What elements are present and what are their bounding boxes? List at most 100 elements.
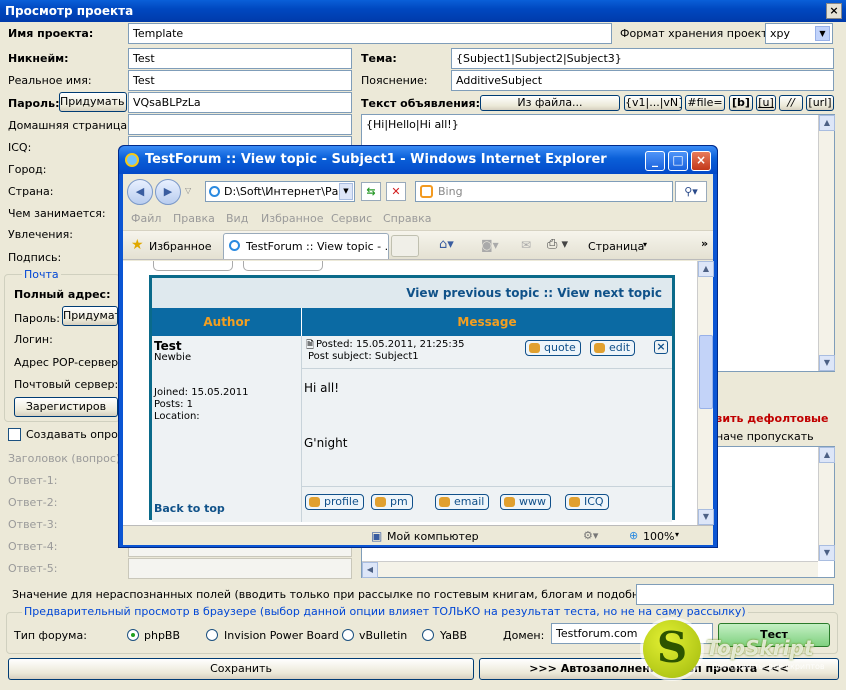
homepage-label: Домашняя страница:: [8, 119, 131, 132]
menu-view[interactable]: Вид: [226, 212, 248, 225]
print-icon[interactable]: ⎙ ▾: [547, 237, 568, 252]
refresh-icon[interactable]: ⇆: [361, 182, 381, 201]
clipped-button: [153, 261, 233, 271]
realname-input[interactable]: Test: [128, 70, 352, 91]
menu-edit[interactable]: Правка: [173, 212, 215, 225]
poll-scrollbar[interactable]: ▲ ▼: [818, 447, 835, 561]
scroll-up-icon[interactable]: ▲: [819, 447, 835, 463]
create-poll-label: Создавать опрос (: [26, 428, 132, 441]
email-button[interactable]: email: [435, 494, 490, 510]
more-tools-icon[interactable]: »: [701, 237, 708, 250]
scroll-down-icon[interactable]: ▼: [819, 545, 835, 561]
stop-icon[interactable]: ✕: [386, 182, 406, 201]
zoom-icon[interactable]: ⊕: [629, 529, 638, 542]
menu-file[interactable]: Файл: [131, 212, 161, 225]
close-button[interactable]: ×: [826, 3, 842, 19]
post-body-line-1: Hi all!: [304, 381, 340, 395]
ie-scrollbar[interactable]: ▲ ▼: [697, 261, 714, 525]
feeds-icon[interactable]: ◙▾: [481, 238, 499, 252]
topskript-logo-letter: S: [656, 623, 688, 672]
scroll-up-icon[interactable]: ▲: [819, 115, 835, 131]
scroll-up-icon[interactable]: ▲: [698, 261, 714, 277]
history-dropdown-icon[interactable]: ▽: [185, 186, 191, 195]
page-icon: [209, 186, 220, 197]
storage-format-select[interactable]: xpy ▼: [765, 23, 833, 44]
zoom-chevron-icon[interactable]: ▾: [675, 530, 679, 539]
menu-help[interactable]: Справка: [383, 212, 431, 225]
chevron-down-icon[interactable]: ▼: [339, 183, 353, 200]
register-button[interactable]: Зарегистиров: [14, 397, 118, 417]
defaults-button-label[interactable]: зить дефолтовые: [716, 412, 828, 425]
forum-type-vbulletin-radio[interactable]: [342, 629, 354, 641]
ad-url-button[interactable]: [url]: [806, 95, 834, 111]
page-menu[interactable]: Страница: [588, 240, 644, 253]
back-icon[interactable]: ◀: [127, 179, 153, 205]
menu-tools[interactable]: Сервис: [331, 212, 372, 225]
address-bar[interactable]: D:\Soft\Интернет\Ра ▼: [205, 181, 355, 202]
forward-icon[interactable]: ▶: [155, 179, 181, 205]
create-poll-checkbox[interactable]: [8, 428, 21, 441]
mail-icon[interactable]: ✉: [521, 238, 531, 252]
theme-input[interactable]: {Subject1|Subject2|Subject3}: [451, 48, 834, 69]
mail-invent-button[interactable]: Придумат: [62, 306, 118, 326]
scroll-left-icon[interactable]: ◀: [362, 562, 378, 578]
ad-file-button[interactable]: #file=: [685, 95, 725, 111]
search-icon[interactable]: ⚲▾: [675, 181, 707, 202]
scroll-down-icon[interactable]: ▼: [698, 509, 714, 525]
from-file-button[interactable]: Из файла...: [480, 95, 620, 111]
answer-2-label: Ответ-2:: [8, 496, 58, 509]
profile-button[interactable]: profile: [305, 494, 364, 510]
icq-button[interactable]: ICQ: [565, 494, 609, 510]
unrecognized-input[interactable]: [636, 584, 834, 605]
chevron-down-icon[interactable]: ▼: [815, 26, 830, 41]
maximize-icon[interactable]: □: [668, 151, 688, 171]
zoom-level[interactable]: 100%: [643, 530, 674, 543]
homepage-input[interactable]: [128, 114, 352, 135]
minimize-icon[interactable]: _: [645, 151, 665, 171]
www-button[interactable]: www: [500, 494, 551, 510]
ad-text-scrollbar[interactable]: ▲ ▼: [818, 115, 835, 371]
answer-5-input[interactable]: [128, 558, 352, 579]
bing-icon: [420, 185, 433, 198]
topic-navigation[interactable]: View previous topic :: View next topic: [152, 278, 672, 308]
ad-underline-button[interactable]: [u]: [756, 95, 776, 111]
password-input[interactable]: VQsaBLPzLa: [128, 92, 352, 113]
ad-bold-button[interactable]: [b]: [729, 95, 753, 111]
scroll-thumb[interactable]: [699, 335, 713, 409]
else-skip-label: наче пропускать: [716, 430, 814, 443]
nickname-input[interactable]: Test: [128, 48, 352, 69]
menu-favorites[interactable]: Избранное: [261, 212, 323, 225]
explanation-input[interactable]: AdditiveSubject: [451, 70, 834, 91]
pm-button[interactable]: pm: [371, 494, 413, 510]
ad-italic-button[interactable]: //: [779, 95, 803, 111]
forum-type-yabb-radio[interactable]: [422, 629, 434, 641]
forum-type-phpbb-radio[interactable]: [127, 629, 139, 641]
ad-variant-button[interactable]: {v1|...|vN}: [624, 95, 682, 111]
post-author[interactable]: Test: [154, 339, 182, 353]
search-input[interactable]: Bing: [415, 181, 673, 202]
back-to-top-link[interactable]: Back to top: [154, 502, 225, 515]
favorites-label[interactable]: Избранное: [149, 240, 211, 253]
scroll-down-icon[interactable]: ▼: [819, 355, 835, 371]
tab-active[interactable]: TestForum :: View topic - ...: [223, 233, 389, 259]
protected-mode-icon[interactable]: ⚙▾: [583, 529, 598, 542]
invent-password-button[interactable]: Придумать!: [59, 92, 127, 112]
quote-button[interactable]: quote: [525, 340, 581, 356]
new-tab-button[interactable]: [391, 235, 419, 257]
close-icon[interactable]: ×: [691, 151, 711, 171]
post-divider: [302, 486, 672, 487]
home-icon[interactable]: ⌂▾: [439, 237, 454, 252]
favorites-star-icon[interactable]: ★: [131, 237, 144, 253]
save-button[interactable]: Сохранить: [8, 658, 474, 680]
occupation-label: Чем занимается:: [8, 207, 106, 220]
author-posts: Posts: 1: [154, 399, 194, 410]
page-menu-chevron-icon[interactable]: ▾: [643, 240, 647, 249]
poll-hscrollbar[interactable]: ◀: [362, 561, 818, 578]
forum-type-ipb-radio[interactable]: [206, 629, 218, 641]
delete-icon[interactable]: ×: [654, 340, 668, 354]
mail-group-label: Почта: [22, 268, 61, 281]
project-name-input[interactable]: Template: [128, 23, 612, 44]
edit-button[interactable]: edit: [590, 340, 636, 356]
ad-text-value: {Hi|Hello|Hi all!}: [366, 118, 459, 131]
status-bar: ▣ Мой компьютер ⚙▾ ⊕ 100% ▾: [123, 525, 713, 545]
